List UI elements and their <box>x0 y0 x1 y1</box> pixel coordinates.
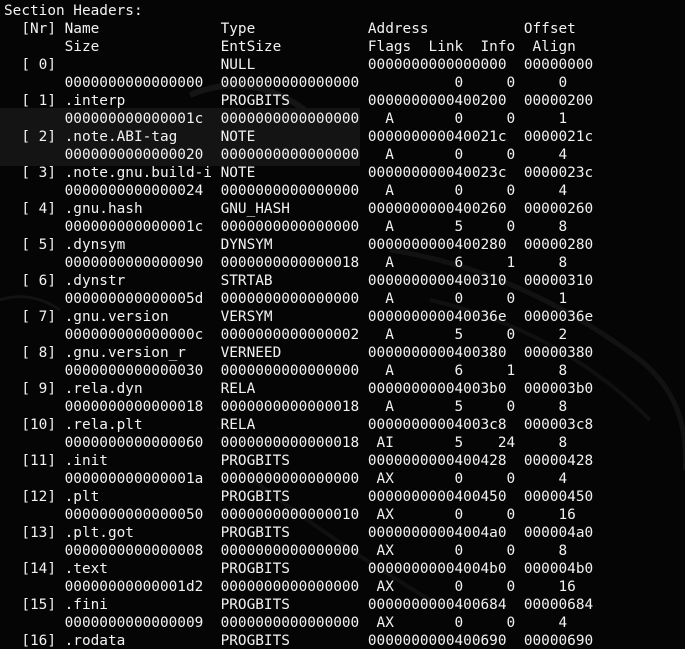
section-headers-title: Section Headers: <box>4 3 143 19</box>
section-row-secondary: 0000000000000009 0000000000000000 AX 0 0… <box>4 615 568 631</box>
section-row-secondary: 000000000000001c 0000000000000000 A 5 0 … <box>4 219 568 235</box>
section-row-secondary: 0000000000000008 0000000000000000 AX 0 0… <box>4 543 568 559</box>
column-header-row-2: Size EntSize Flags Link Info Align <box>4 39 576 55</box>
section-row-primary: [ 6] .dynstr STRTAB 0000000000400310 000… <box>4 273 594 289</box>
section-row-secondary: 0000000000000020 0000000000000000 A 0 0 … <box>4 147 568 163</box>
section-row-primary: [ 4] .gnu.hash GNU_HASH 0000000000400260… <box>4 201 594 217</box>
section-row-primary: [ 5] .dynsym DYNSYM 0000000000400280 000… <box>4 237 594 253</box>
section-row-secondary: 0000000000000030 0000000000000000 A 6 1 … <box>4 363 568 379</box>
section-row-primary: [16] .rodata PROGBITS 0000000000400690 0… <box>4 633 594 649</box>
section-row-primary: [ 3] .note.gnu.build-i NOTE 000000000040… <box>4 165 594 181</box>
section-row-secondary: 000000000000001a 0000000000000000 AX 0 0… <box>4 471 568 487</box>
section-row-secondary: 000000000000001c 0000000000000000 A 0 0 … <box>4 111 568 127</box>
section-row-primary: [15] .fini PROGBITS 0000000000400684 000… <box>4 597 594 613</box>
column-header-row-1: [Nr] Name Type Address Offset <box>4 21 576 37</box>
section-row-secondary: 0000000000000090 0000000000000018 A 6 1 … <box>4 255 568 271</box>
section-row-primary: [11] .init PROGBITS 0000000000400428 000… <box>4 453 594 469</box>
section-row-primary: [12] .plt PROGBITS 0000000000400450 0000… <box>4 489 594 505</box>
section-row-secondary: 0000000000000050 0000000000000010 AX 0 0… <box>4 507 576 523</box>
section-row-primary: [13] .plt.got PROGBITS 00000000004004a0 … <box>4 525 594 541</box>
terminal-window[interactable]: Section Headers: [Nr] Name Type Address … <box>0 0 685 649</box>
section-row-secondary: 000000000000000c 0000000000000002 A 5 0 … <box>4 327 568 343</box>
section-row-secondary: 0000000000000018 0000000000000018 A 5 0 … <box>4 399 568 415</box>
section-row-secondary: 0000000000000024 0000000000000000 A 0 0 … <box>4 183 568 199</box>
section-row-secondary: 00000000000001d2 0000000000000000 AX 0 0… <box>4 579 576 595</box>
section-row-primary: [10] .rela.plt RELA 00000000004003c8 000… <box>4 417 594 433</box>
section-row-primary: [ 9] .rela.dyn RELA 00000000004003b0 000… <box>4 381 594 397</box>
section-row-secondary: 0000000000000000 0000000000000000 0 0 0 <box>4 75 568 91</box>
section-row-primary: [ 1] .interp PROGBITS 0000000000400200 0… <box>4 93 594 109</box>
section-row-primary: [ 0] NULL 0000000000000000 00000000 <box>4 57 594 73</box>
section-row-primary: [ 2] .note.ABI-tag NOTE 000000000040021c… <box>4 129 594 145</box>
section-row-primary: [ 7] .gnu.version VERSYM 000000000040036… <box>4 309 594 325</box>
section-row-secondary: 000000000000005d 0000000000000000 A 0 0 … <box>4 291 568 307</box>
section-row-primary: [14] .text PROGBITS 00000000004004b0 000… <box>4 561 594 577</box>
readelf-output: Section Headers: [Nr] Name Type Address … <box>4 2 593 649</box>
section-row-secondary: 0000000000000060 0000000000000018 AI 5 2… <box>4 435 568 451</box>
section-row-primary: [ 8] .gnu.version_r VERNEED 000000000040… <box>4 345 594 361</box>
